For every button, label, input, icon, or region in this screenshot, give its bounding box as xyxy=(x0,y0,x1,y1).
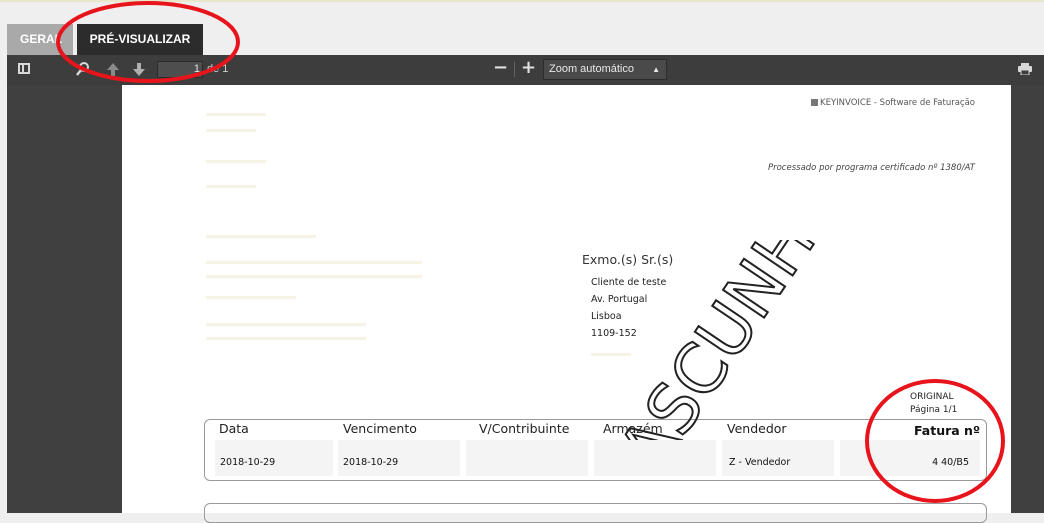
zoom-separator xyxy=(514,62,515,77)
client-city: Lisboa xyxy=(591,311,622,322)
redacted-block xyxy=(206,160,266,163)
header-fatura: Fatura nº xyxy=(913,423,980,438)
value-vendedor: Z - Vendedor xyxy=(729,457,791,468)
top-accent-line xyxy=(0,0,1044,2)
zoom-select[interactable]: Zoom automático ▲ xyxy=(543,59,667,80)
zoom-select-value: Zoom automático xyxy=(549,63,634,75)
chevron-updown-icon: ▲ xyxy=(652,65,660,74)
brand-logo-icon xyxy=(811,99,819,106)
certification-note: Processado por programa certificado nº 1… xyxy=(767,163,975,173)
redacted-block xyxy=(206,323,366,326)
page-label: Página 1/1 xyxy=(910,405,958,415)
print-icon[interactable] xyxy=(1018,63,1032,75)
greeting: Exmo.(s) Sr.(s) xyxy=(582,252,674,267)
cell-bg xyxy=(466,440,588,476)
redacted-block xyxy=(206,296,296,299)
value-vencimento: 2018-10-29 xyxy=(343,457,399,468)
redacted-block xyxy=(206,275,422,278)
redacted-block xyxy=(206,235,316,238)
original-label: ORIGINAL xyxy=(910,392,954,402)
zoom-out-button[interactable]: − xyxy=(493,57,508,78)
redacted-block xyxy=(206,337,366,340)
value-data: 2018-10-29 xyxy=(220,457,276,468)
header-contribuinte: V/Contribuinte xyxy=(479,421,570,436)
redacted-block xyxy=(206,261,422,264)
tab-pre-visualizar[interactable]: PRÉ-VISUALIZAR xyxy=(77,24,203,55)
pdf-viewer[interactable]: KEYINVOICE - Software de Faturação Proce… xyxy=(7,85,1044,523)
brand-label: KEYINVOICE - Software de Faturação xyxy=(811,98,975,108)
arrow-up-icon[interactable] xyxy=(106,62,120,77)
client-name: Cliente de teste xyxy=(591,277,667,288)
redacted-block xyxy=(206,129,256,132)
sidebar-toggle-icon[interactable] xyxy=(18,63,30,74)
invoice-page: KEYINVOICE - Software de Faturação Proce… xyxy=(122,85,1011,523)
arrow-down-icon[interactable] xyxy=(132,62,146,77)
zoom-in-button[interactable]: + xyxy=(521,57,536,78)
pdf-toolbar: 1 de 1 − + Zoom automático ▲ xyxy=(7,55,1044,85)
invoice-lines-table xyxy=(204,503,987,523)
redacted-block xyxy=(206,185,256,188)
client-postcode: 1109-152 xyxy=(591,328,637,339)
tab-geral[interactable]: GERAL xyxy=(7,24,73,55)
page-number-input[interactable]: 1 xyxy=(157,61,203,78)
header-armazem: Armazém xyxy=(603,421,663,436)
page-count-label: de 1 xyxy=(207,63,229,75)
client-address: Av. Portugal xyxy=(591,294,648,305)
value-fatura: 4 40/B5 xyxy=(932,457,969,468)
header-data: Data xyxy=(219,421,249,436)
redacted-block xyxy=(591,353,631,356)
redacted-block xyxy=(206,113,266,116)
header-vencimento: Vencimento xyxy=(343,421,417,436)
header-vendedor: Vendedor xyxy=(727,421,787,436)
cell-bg xyxy=(594,440,716,476)
search-icon[interactable] xyxy=(75,61,91,77)
